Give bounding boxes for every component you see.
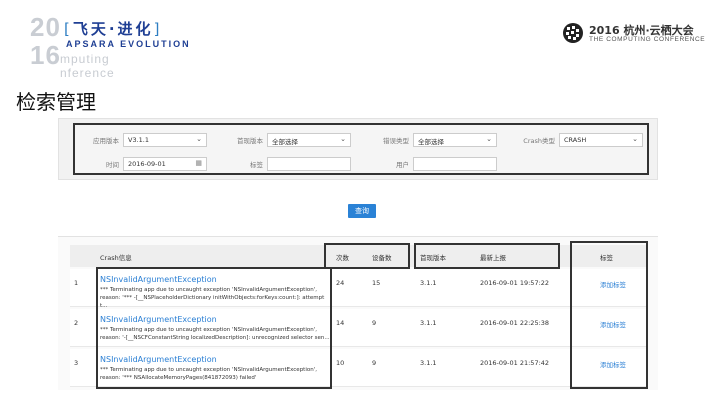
device-count: 15 xyxy=(372,279,381,287)
crash-count: 14 xyxy=(336,319,345,327)
first-version: 3.1.1 xyxy=(420,359,437,367)
table-row: 1 NSInvalidArgumentException *** Termina… xyxy=(70,269,648,309)
first-version: 3.1.1 xyxy=(420,279,437,287)
row-index: 2 xyxy=(74,319,79,327)
chevron-down-icon: ⌄ xyxy=(340,135,346,143)
crash-title-link[interactable]: NSInvalidArgumentException xyxy=(100,275,217,284)
device-count: 9 xyxy=(372,359,377,367)
chevron-down-icon: ⌄ xyxy=(632,135,638,143)
filter-highlight-box: 应用版本 V3.1.1 ⌄ 首现版本 全部选择 ⌄ 错误类型 全部选择 ⌄ Cr… xyxy=(73,123,649,175)
col-latest-report: 最新上报 xyxy=(480,254,506,262)
logo-faded-text-2: nference xyxy=(60,66,115,80)
col-count: 次数 xyxy=(336,254,349,262)
user-input[interactable] xyxy=(413,157,497,171)
tag-label: 标签 xyxy=(250,161,263,169)
crash-description: *** Terminating app due to uncaught exce… xyxy=(100,287,325,309)
user-label: 用户 xyxy=(396,161,409,169)
logo-year-bottom: 16 xyxy=(30,40,61,70)
logo-evolution-en: APSARA EVOLUTION xyxy=(66,39,191,49)
crash-count: 24 xyxy=(336,279,345,287)
globe-icon xyxy=(563,23,583,43)
crash-search-panel: 应用版本 V3.1.1 ⌄ 首现版本 全部选择 ⌄ 错误类型 全部选择 ⌄ Cr… xyxy=(58,118,658,390)
error-type-select[interactable]: 全部选择 ⌄ xyxy=(413,133,497,147)
add-tag-link[interactable]: 添加标签 xyxy=(600,279,626,289)
table-header: Crash信息 次数 设备数 首现版本 最新上报 标签 xyxy=(70,245,648,267)
latest-report-time: 2016-09-01 22:25:38 xyxy=(480,319,550,327)
app-version-label: 应用版本 xyxy=(93,137,119,145)
row-index: 1 xyxy=(74,279,79,287)
first-version-select[interactable]: 全部选择 ⌄ xyxy=(267,133,351,147)
add-tag-link[interactable]: 添加标签 xyxy=(600,359,626,369)
query-button[interactable]: 查询 xyxy=(348,204,376,218)
apsara-evolution-logo: 20 16 [飞天·进化] APSARA EVOLUTION mputing n… xyxy=(30,12,200,80)
crash-title-link[interactable]: NSInvalidArgumentException xyxy=(100,315,217,324)
tag-input[interactable] xyxy=(267,157,351,171)
time-date-input[interactable]: 2016-09-01 ▦ xyxy=(123,157,207,171)
logo-evolution-cn: [飞天·进化] xyxy=(64,20,163,38)
page-title: 检索管理 xyxy=(16,90,96,114)
col-tag: 标签 xyxy=(600,254,613,262)
crash-count: 10 xyxy=(336,359,345,367)
crash-type-select[interactable]: CRASH ⌄ xyxy=(559,133,643,147)
table-row: 3 NSInvalidArgumentException *** Termina… xyxy=(70,349,648,387)
calendar-icon: ▦ xyxy=(195,159,202,167)
row-index: 3 xyxy=(74,359,79,367)
crash-description: *** Terminating app due to uncaught exce… xyxy=(100,327,330,341)
filter-panel: 应用版本 V3.1.1 ⌄ 首现版本 全部选择 ⌄ 错误类型 全部选择 ⌄ Cr… xyxy=(58,118,658,180)
crash-type-label: Crash类型 xyxy=(523,137,555,145)
crash-description: *** Terminating app due to uncaught exce… xyxy=(100,367,317,381)
latest-report-time: 2016-09-01 21:57:42 xyxy=(480,359,550,367)
first-version-label: 首现版本 xyxy=(237,137,263,145)
app-version-select[interactable]: V3.1.1 ⌄ xyxy=(123,133,207,147)
logo-faded-text-1: mputing xyxy=(60,52,110,66)
chevron-down-icon: ⌄ xyxy=(486,135,492,143)
time-label: 时间 xyxy=(106,161,119,169)
col-devices: 设备数 xyxy=(372,254,392,262)
col-first-version: 首现版本 xyxy=(420,254,446,262)
chevron-down-icon: ⌄ xyxy=(196,135,202,143)
conference-subtitle: THE COMPUTING CONFERENCE xyxy=(589,36,706,43)
device-count: 9 xyxy=(372,319,377,327)
crash-table: Crash信息 次数 设备数 首现版本 最新上报 标签 1 NSInvalidA… xyxy=(58,236,658,390)
first-version: 3.1.1 xyxy=(420,319,437,327)
table-row: 2 NSInvalidArgumentException *** Termina… xyxy=(70,309,648,347)
add-tag-link[interactable]: 添加标签 xyxy=(600,319,626,329)
col-crash-info: Crash信息 xyxy=(100,254,132,262)
computing-conference-logo: 2016 杭州·云栖大会 THE COMPUTING CONFERENCE xyxy=(562,20,712,50)
error-type-label: 错误类型 xyxy=(383,137,409,145)
latest-report-time: 2016-09-01 19:57:22 xyxy=(480,279,550,287)
crash-title-link[interactable]: NSInvalidArgumentException xyxy=(100,355,217,364)
logo-year-top: 20 xyxy=(30,12,61,42)
